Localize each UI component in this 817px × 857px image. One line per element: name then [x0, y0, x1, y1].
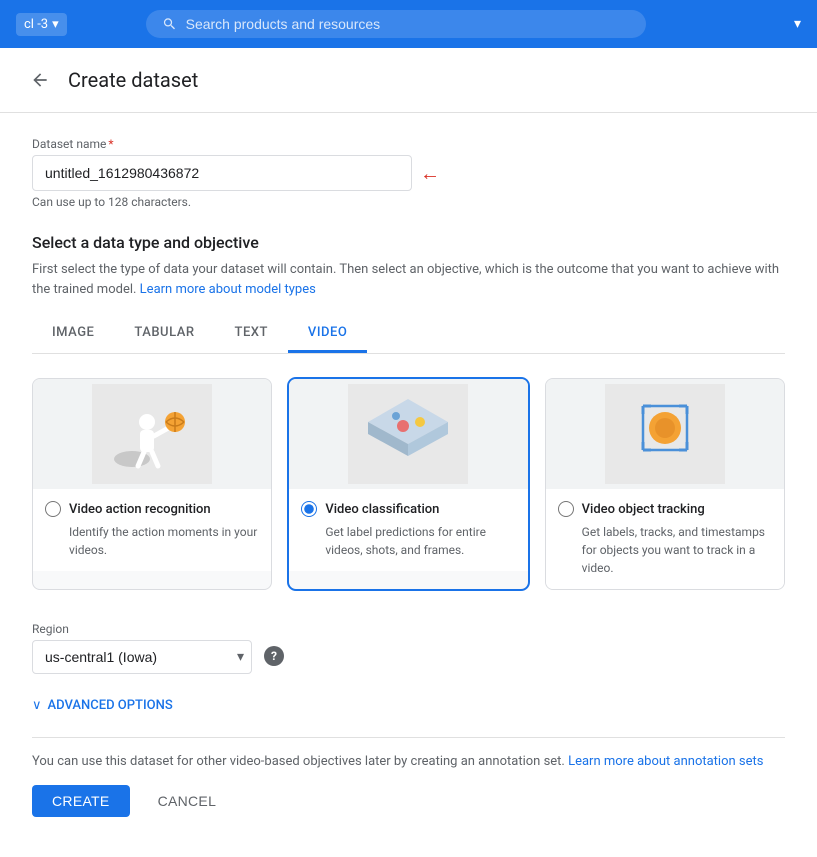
region-row: Region us-central1 (Iowa) us-east1 (Sout…	[32, 622, 785, 674]
cancel-button[interactable]: CANCEL	[146, 785, 229, 817]
card-object-tracking-radio-row: Video object tracking	[558, 501, 772, 517]
advanced-options-label: ADVANCED OPTIONS	[48, 698, 173, 713]
card-object-tracking[interactable]: Video object tracking Get labels, tracks…	[545, 378, 785, 590]
dataset-name-group: Dataset name * ← Can use up to 128 chara…	[32, 137, 785, 209]
bottom-info-text: You can use this dataset for other video…	[32, 754, 785, 769]
search-icon	[162, 16, 177, 32]
region-help-icon[interactable]: ?	[264, 646, 284, 666]
card-action-recognition-radio-row: Video action recognition	[45, 501, 259, 517]
bottom-info: You can use this dataset for other video…	[32, 737, 785, 817]
back-button[interactable]	[24, 64, 56, 96]
top-nav: cl -3 ▾ ▾	[0, 0, 817, 48]
card-action-recognition-body: Video action recognition Identify the ac…	[33, 489, 271, 571]
card-object-tracking-title: Video object tracking	[582, 502, 705, 517]
tab-text[interactable]: TEXT	[215, 315, 288, 353]
page-header: Create dataset	[0, 48, 817, 113]
project-chip[interactable]: cl -3 ▾	[16, 13, 67, 36]
create-button[interactable]: CREATE	[32, 785, 130, 817]
region-select-wrap: us-central1 (Iowa) us-east1 (South Carol…	[32, 640, 252, 674]
dataset-name-input[interactable]	[32, 155, 412, 191]
advanced-options-chevron: ∨	[32, 698, 42, 713]
card-object-tracking-body: Video object tracking Get labels, tracks…	[546, 489, 784, 589]
nav-logo-area: cl -3 ▾	[16, 13, 67, 36]
section-description: First select the type of data your datas…	[32, 260, 785, 299]
search-input[interactable]	[186, 16, 631, 32]
data-type-tabs: IMAGE TABULAR TEXT VIDEO	[32, 315, 785, 354]
card-classification-radio-row: Video classification	[301, 501, 515, 517]
card-action-recognition-desc: Identify the action moments in your vide…	[69, 523, 259, 559]
action-row: CREATE CANCEL	[32, 785, 785, 817]
dataset-name-label: Dataset name *	[32, 137, 785, 151]
search-bar	[146, 10, 646, 38]
project-dropdown-icon: ▾	[52, 17, 59, 32]
region-label: Region	[32, 622, 252, 636]
card-action-recognition-title: Video action recognition	[69, 502, 211, 517]
card-classification[interactable]: Video classification Get label predictio…	[288, 378, 528, 590]
radio-object-tracking[interactable]	[558, 501, 574, 517]
project-name: cl -3	[24, 17, 48, 32]
card-classification-body: Video classification Get label predictio…	[289, 489, 527, 571]
card-action-recognition-image	[33, 379, 271, 489]
objective-cards: Video action recognition Identify the ac…	[32, 378, 785, 590]
dataset-name-hint: Can use up to 128 characters.	[32, 195, 785, 209]
tab-video[interactable]: VIDEO	[288, 315, 367, 353]
nav-more[interactable]: ▾	[794, 16, 801, 32]
learn-more-annotation-link[interactable]: Learn more about annotation sets	[568, 754, 763, 769]
section-heading: Select a data type and objective	[32, 233, 785, 252]
card-classification-desc: Get label predictions for entire videos,…	[325, 523, 515, 559]
tab-image[interactable]: IMAGE	[32, 315, 114, 353]
card-classification-image	[289, 379, 527, 489]
region-group: Region us-central1 (Iowa) us-east1 (Sout…	[32, 622, 252, 674]
card-object-tracking-image	[546, 379, 784, 489]
card-object-tracking-desc: Get labels, tracks, and timestamps for o…	[582, 523, 772, 577]
region-select[interactable]: us-central1 (Iowa) us-east1 (South Carol…	[32, 640, 252, 674]
radio-action-recognition[interactable]	[45, 501, 61, 517]
card-action-recognition[interactable]: Video action recognition Identify the ac…	[32, 378, 272, 590]
advanced-options-toggle[interactable]: ∨ ADVANCED OPTIONS	[32, 698, 785, 713]
learn-more-model-types-link[interactable]: Learn more about model types	[140, 282, 316, 297]
red-arrow-indicator: ←	[420, 161, 440, 186]
card-classification-title: Video classification	[325, 502, 439, 517]
tab-tabular[interactable]: TABULAR	[114, 315, 214, 353]
page-title: Create dataset	[68, 68, 198, 92]
main-content: Dataset name * ← Can use up to 128 chara…	[0, 113, 817, 857]
radio-classification[interactable]	[301, 501, 317, 517]
